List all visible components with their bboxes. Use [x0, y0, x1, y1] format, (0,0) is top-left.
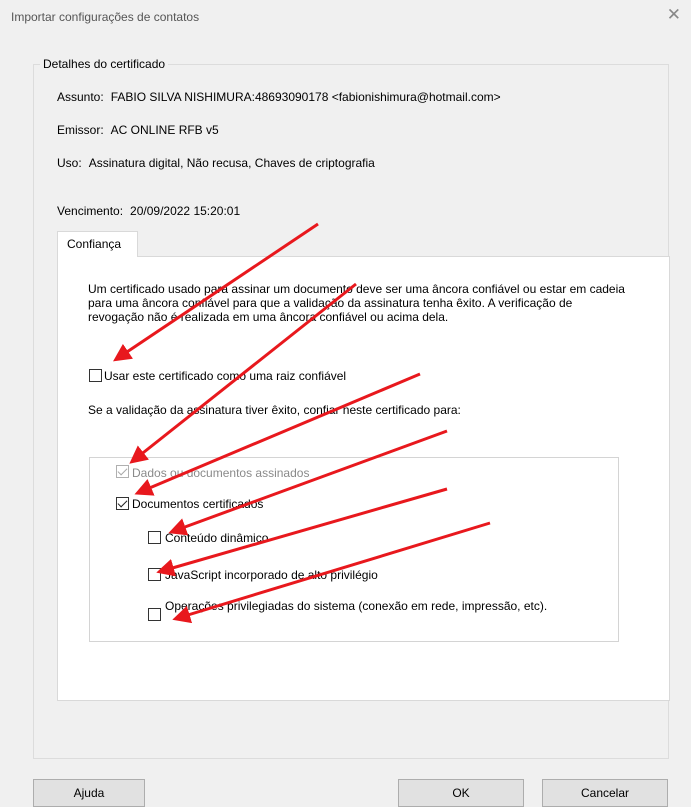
- dynamic-content-checkbox[interactable]: [148, 531, 161, 544]
- trust-for-label: Se a validação da assinatura tiver êxito…: [88, 403, 461, 417]
- window-title: Importar configurações de contatos: [11, 10, 200, 24]
- signed-data-label: Dados ou documentos assinados: [132, 466, 310, 480]
- close-icon[interactable]: ✕: [667, 5, 681, 25]
- issuer-label: Emissor:: [57, 123, 104, 137]
- privileged-ops-label[interactable]: Operações privilegiadas do sistema (cone…: [165, 599, 595, 614]
- trust-description: Um certificado usado para assinar um doc…: [88, 282, 625, 324]
- usage-label: Uso:: [57, 156, 82, 170]
- javascript-label[interactable]: JavaScript incorporado de alto privilégi…: [165, 568, 378, 582]
- javascript-checkbox[interactable]: [148, 568, 161, 581]
- subject-label: Assunto:: [57, 90, 104, 104]
- use-as-root-checkbox[interactable]: [89, 369, 102, 382]
- issuer-value: AC ONLINE RFB v5: [110, 123, 219, 137]
- issuer-row: Emissor: AC ONLINE RFB v5: [57, 123, 219, 137]
- privileged-ops-checkbox[interactable]: [148, 608, 161, 621]
- usage-value: Assinatura digital, Não recusa, Chaves d…: [88, 156, 375, 170]
- use-as-root-label[interactable]: Usar este certificado como uma raiz conf…: [104, 369, 346, 383]
- certified-docs-label[interactable]: Documentos certificados: [132, 497, 263, 511]
- subject-value: FABIO SILVA NISHIMURA:48693090178 <fabio…: [110, 90, 501, 104]
- usage-row: Uso: Assinatura digital, Não recusa, Chav…: [57, 156, 375, 170]
- certificate-details-legend: Detalhes do certificado: [40, 57, 169, 71]
- help-button[interactable]: Ajuda: [33, 779, 145, 807]
- ok-button[interactable]: OK: [398, 779, 524, 807]
- tab-confianca[interactable]: Confiança: [57, 231, 138, 257]
- expiry-row: Vencimento: 20/09/2022 15:20:01: [57, 204, 240, 218]
- cancel-button[interactable]: Cancelar: [542, 779, 668, 807]
- trust-permissions-box: [89, 457, 619, 642]
- expiry-label: Vencimento:: [57, 204, 124, 218]
- subject-row: Assunto: FABIO SILVA NISHIMURA:4869309017…: [57, 90, 501, 104]
- expiry-value: 20/09/2022 15:20:01: [130, 204, 241, 218]
- certified-docs-checkbox[interactable]: [116, 497, 129, 510]
- signed-data-checkbox[interactable]: [116, 465, 129, 478]
- dynamic-content-label[interactable]: Conteúdo dinâmico: [165, 531, 268, 545]
- title-bar: Importar configurações de contatos ✕: [0, 0, 691, 36]
